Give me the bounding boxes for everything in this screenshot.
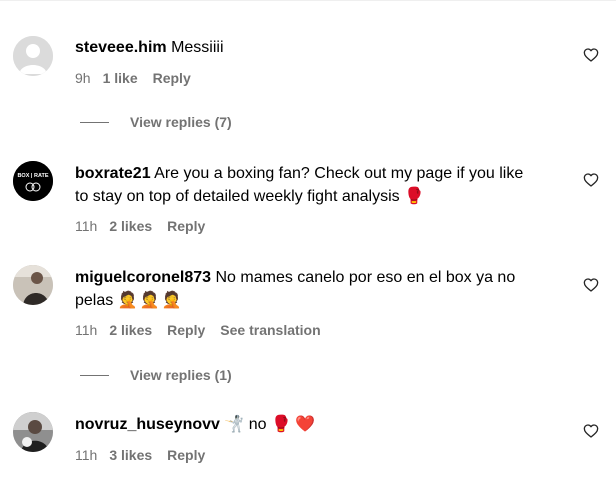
user-photo-icon <box>13 412 53 452</box>
comment-text: novruz_huseynovv 🤺 no 🥊 ❤️ <box>75 413 575 436</box>
comment-text: miguelcoronel873 No mames canelo por eso… <box>75 266 575 312</box>
comment-username[interactable]: steveee.him <box>75 39 167 56</box>
view-replies-label: View replies (1) <box>130 367 232 383</box>
comment-username[interactable]: miguelcoronel873 <box>75 269 211 286</box>
view-replies-label: View replies (7) <box>130 114 232 130</box>
comment-meta: 9h 1 like Reply <box>75 70 191 86</box>
avatar[interactable] <box>13 412 53 452</box>
top-divider <box>0 0 616 1</box>
comment-meta: 11h 2 likes Reply See translation <box>75 322 321 338</box>
heart-outline-icon[interactable] <box>583 423 599 439</box>
boxrate-logo-icon: BOX | RATE <box>13 161 53 201</box>
avatar-logo-text: BOX | RATE <box>17 173 48 179</box>
default-user-icon <box>13 36 53 76</box>
reply-button[interactable]: Reply <box>167 322 205 338</box>
facepalm-emoji: 🤦🤦🤦 <box>117 292 184 309</box>
comment-body-line2: to stay on top of detailed weekly fight … <box>75 188 400 205</box>
comment-meta: 11h 3 likes Reply <box>75 447 205 463</box>
replies-divider-line <box>80 121 109 123</box>
comment-body-line1: Are you a boxing fan? Check out my page … <box>154 165 524 182</box>
likes-count[interactable]: 1 like <box>103 70 138 86</box>
view-replies-button[interactable]: View replies (1) <box>80 367 232 383</box>
avatar[interactable] <box>13 36 53 76</box>
view-replies-button[interactable]: View replies (7) <box>80 114 232 130</box>
user-photo-icon <box>13 265 53 305</box>
reply-button[interactable]: Reply <box>153 70 191 86</box>
comment-body: Messiiii <box>171 39 224 56</box>
likes-count[interactable]: 2 likes <box>109 218 152 234</box>
comment-text: boxrate21 Are you a boxing fan? Check ou… <box>75 162 575 208</box>
comment-time[interactable]: 11h <box>75 322 97 338</box>
comment-username[interactable]: novruz_huseynovv <box>75 416 220 433</box>
likes-count[interactable]: 2 likes <box>109 322 152 338</box>
replies-divider-line <box>80 374 109 376</box>
avatar[interactable] <box>13 265 53 305</box>
comment-time[interactable]: 9h <box>75 70 91 86</box>
heart-outline-icon[interactable] <box>583 172 599 188</box>
comment-username[interactable]: boxrate21 <box>75 165 151 182</box>
see-translation-button[interactable]: See translation <box>220 322 320 338</box>
comment-text: steveee.him Messiiii <box>75 36 575 59</box>
reply-button[interactable]: Reply <box>167 218 205 234</box>
comment-time[interactable]: 11h <box>75 218 97 234</box>
reply-button[interactable]: Reply <box>167 447 205 463</box>
boxing-glove-emoji: 🥊 <box>404 188 425 205</box>
comment-body-line2: pelas <box>75 292 114 309</box>
comment-body: no <box>248 416 267 433</box>
comment-time[interactable]: 11h <box>75 447 97 463</box>
heart-outline-icon[interactable] <box>583 277 599 293</box>
comment-meta: 11h 2 likes Reply <box>75 218 205 234</box>
likes-count[interactable]: 3 likes <box>109 447 152 463</box>
avatar[interactable]: BOX | RATE <box>13 161 53 201</box>
comment-body-line1: No mames canelo por eso en el box ya no <box>215 269 516 286</box>
glove-heart-emoji: 🥊 ❤️ <box>271 416 316 433</box>
heart-outline-icon[interactable] <box>583 47 599 63</box>
fencer-emoji: 🤺 <box>224 416 245 433</box>
